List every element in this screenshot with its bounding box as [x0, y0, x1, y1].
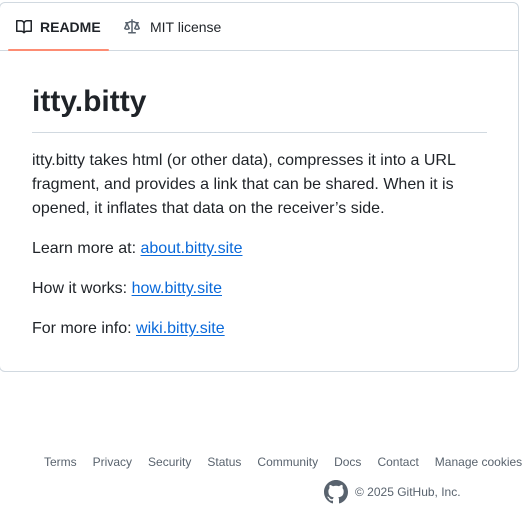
footer-link-privacy[interactable]: Privacy [93, 455, 132, 469]
footer-link-contact[interactable]: Contact [377, 455, 418, 469]
footer-link-community[interactable]: Community [257, 455, 318, 469]
how-prefix: How it works: [32, 280, 132, 297]
about-link[interactable]: about.bitty.site [141, 240, 243, 257]
footer-link-security[interactable]: Security [148, 455, 191, 469]
readme-description: itty.bitty takes html (or other data), c… [32, 152, 456, 217]
wiki-link[interactable]: wiki.bitty.site [136, 320, 225, 337]
learn-more-line: Learn more at: about.bitty.site [32, 237, 487, 261]
tab-license-label: MIT license [150, 18, 222, 35]
footer-link-manage-cookies[interactable]: Manage cookies [435, 455, 522, 469]
how-it-works-line: How it works: how.bitty.site [32, 277, 487, 301]
github-logo-icon[interactable] [324, 480, 348, 504]
footer-links: Terms Privacy Security Status Community … [44, 455, 522, 469]
learn-more-prefix: Learn more at: [32, 240, 141, 257]
copyright-text: © 2025 GitHub, Inc. [355, 485, 461, 499]
how-link[interactable]: how.bitty.site [132, 280, 222, 297]
footer-link-docs[interactable]: Docs [334, 455, 361, 469]
footer-copyright: © 2025 GitHub, Inc. [324, 480, 461, 504]
info-prefix: For more info: [32, 320, 137, 337]
footer-link-terms[interactable]: Terms [44, 455, 77, 469]
tab-readme-label: README [40, 18, 101, 35]
more-info-line: For more info: wiki.bitty.site [32, 317, 487, 341]
tab-license[interactable]: MIT license [124, 3, 221, 50]
tab-readme[interactable]: README [8, 3, 109, 51]
readme-panel: README MIT license itty.bitty itty.bitty… [0, 2, 519, 372]
book-icon [16, 19, 32, 35]
readme-content: itty.bitty itty.bitty takes html (or oth… [32, 83, 487, 341]
readme-tabbar: README MIT license [0, 3, 518, 51]
footer-link-status[interactable]: Status [207, 455, 241, 469]
scale-icon [124, 18, 140, 35]
readme-title: itty.bitty [32, 83, 487, 133]
